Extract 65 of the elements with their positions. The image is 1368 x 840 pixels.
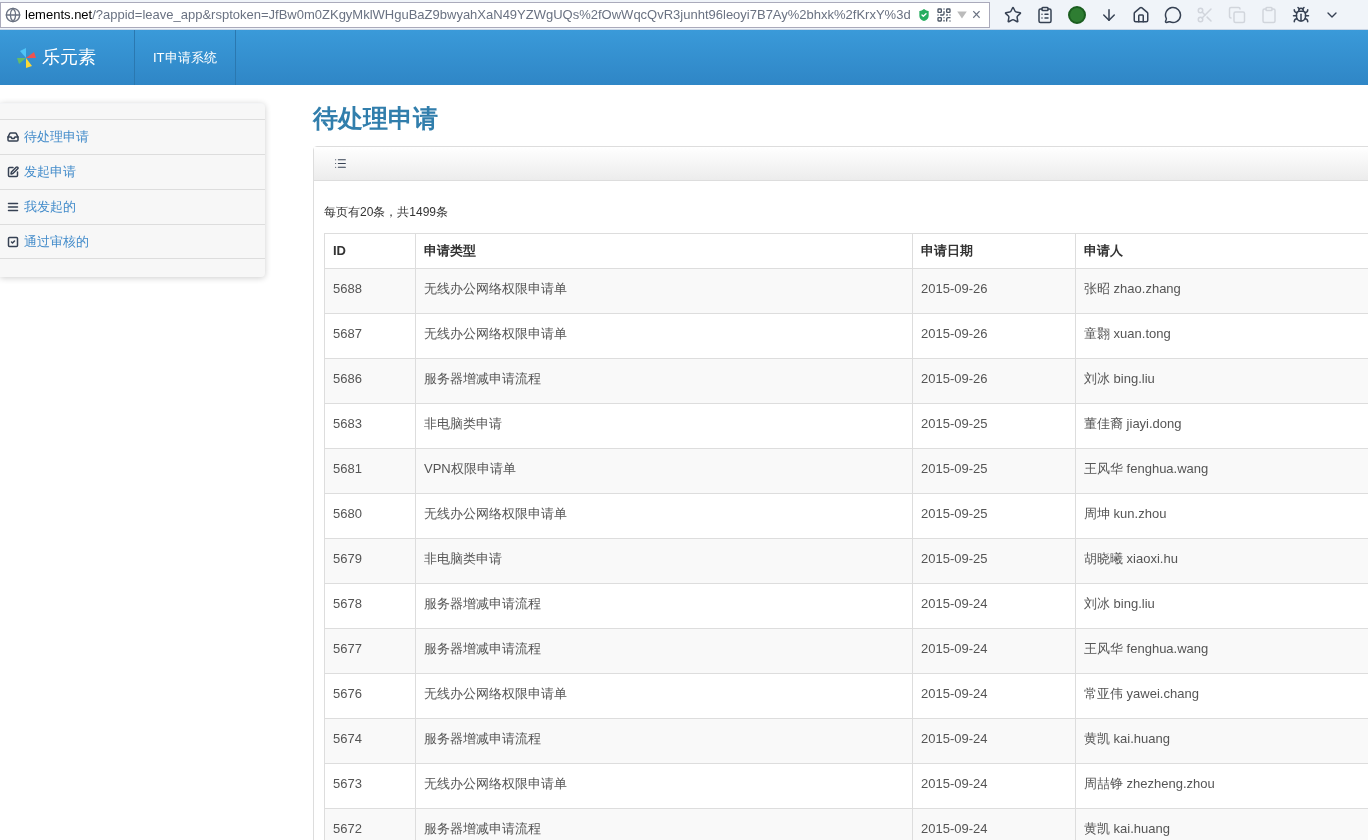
table-cell: 5674 [324, 718, 416, 764]
table-cell: 5688 [324, 268, 416, 314]
column-header: 申请人 [1075, 233, 1368, 269]
table-cell: VPN权限申请单 [415, 448, 913, 494]
logo-icon [14, 45, 38, 70]
table-cell: 2015-09-24 [912, 763, 1076, 809]
table-cell: 5681 [324, 448, 416, 494]
table-cell: 5673 [324, 763, 416, 809]
table-cell: 无线办公网络权限申请单 [415, 763, 913, 809]
table-cell: 无线办公网络权限申请单 [415, 268, 913, 314]
home-icon[interactable] [1132, 5, 1150, 24]
clipboard-icon[interactable] [1260, 5, 1278, 24]
star-icon[interactable] [1004, 5, 1022, 24]
table-cell: 服务器增减申请流程 [415, 628, 913, 674]
table-cell: 服务器增减申请流程 [415, 583, 913, 629]
sidebar-item[interactable]: 通过审核的 [0, 224, 265, 259]
qr-code-icon[interactable] [935, 6, 952, 23]
table-cell: 5678 [324, 583, 416, 629]
address-bar[interactable]: lements.net/?appid=leave_app&rsptoken=JfBw0m0ZKgyMklWHguBaZ9bwyahXaN49YZWgUQs%2fOwWqcQvR3junht96leoyi7B7Ay%2bhxk%2fKrxY%3d × [0, 1, 990, 28]
edit-icon [7, 166, 19, 178]
close-button[interactable]: × [971, 6, 981, 23]
table-cell: 2015-09-25 [912, 403, 1076, 449]
column-header: 申请类型 [415, 233, 913, 269]
table-cell: 2015-09-26 [912, 358, 1076, 404]
sidebar-item[interactable]: 待处理申请 [0, 119, 265, 154]
table-cell: 2015-09-25 [912, 493, 1076, 539]
sidebar-item[interactable]: 我发起的 [0, 189, 265, 224]
table-cell: 2015-09-24 [912, 718, 1076, 764]
checkbox-icon [7, 235, 19, 248]
list-icon [334, 157, 347, 170]
table-cell: 2015-09-25 [912, 448, 1076, 494]
table-cell: 非电脑类申请 [415, 403, 913, 449]
page-title: 待处理申请 [313, 106, 439, 131]
table-cell: 5683 [324, 403, 416, 449]
table-cell: 2015-09-26 [912, 268, 1076, 314]
table-cell: 2015-09-26 [912, 313, 1076, 359]
table-cell: 2015-09-24 [912, 628, 1076, 674]
table-cell: 5687 [324, 313, 416, 359]
logo-text: 乐元素 [42, 46, 96, 69]
table-cell: 服务器增减申请流程 [415, 358, 913, 404]
list-icon [7, 201, 19, 213]
table-cell: 服务器增减申请流程 [415, 718, 913, 764]
table-cell: 5680 [324, 493, 416, 539]
sidebar-item[interactable]: 发起申请 [0, 154, 265, 189]
chat-icon[interactable] [1164, 5, 1182, 24]
table-cell: 5679 [324, 538, 416, 584]
table-cell: 无线办公网络权限申请单 [415, 493, 913, 539]
table-cell: 无线办公网络权限申请单 [415, 313, 913, 359]
table-cell: 5672 [324, 808, 416, 840]
table-cell: 无线办公网络权限申请单 [415, 673, 913, 719]
inbox-icon [7, 131, 19, 143]
bug-icon[interactable] [1292, 5, 1310, 24]
table-cell: 2015-09-25 [912, 538, 1076, 584]
nav-link[interactable]: IT申请系统 [135, 30, 236, 85]
table-cell: 5686 [324, 358, 416, 404]
table-cell: 2015-09-24 [912, 583, 1076, 629]
column-header: ID [324, 233, 416, 269]
table-cell: 5677 [324, 628, 416, 674]
column-header: 申请日期 [912, 233, 1076, 269]
table-cell: 非电脑类申请 [415, 538, 913, 584]
list-icon[interactable] [1036, 5, 1054, 24]
summary-text: 每页有20条，共1499条 [324, 204, 450, 221]
table-cell: 2015-09-24 [912, 673, 1076, 719]
table-cell: 5676 [324, 673, 416, 719]
url-text: lements.net/?appid=leave_app&rsptoken=JfBw0m0ZKgyMklWHguBaZ9bwyahXaN49YZWgUQs%2fOwWqcQvR3junht96leoyi7B7Ay%2bhxk%2fKrxY%3d [25, 5, 912, 24]
